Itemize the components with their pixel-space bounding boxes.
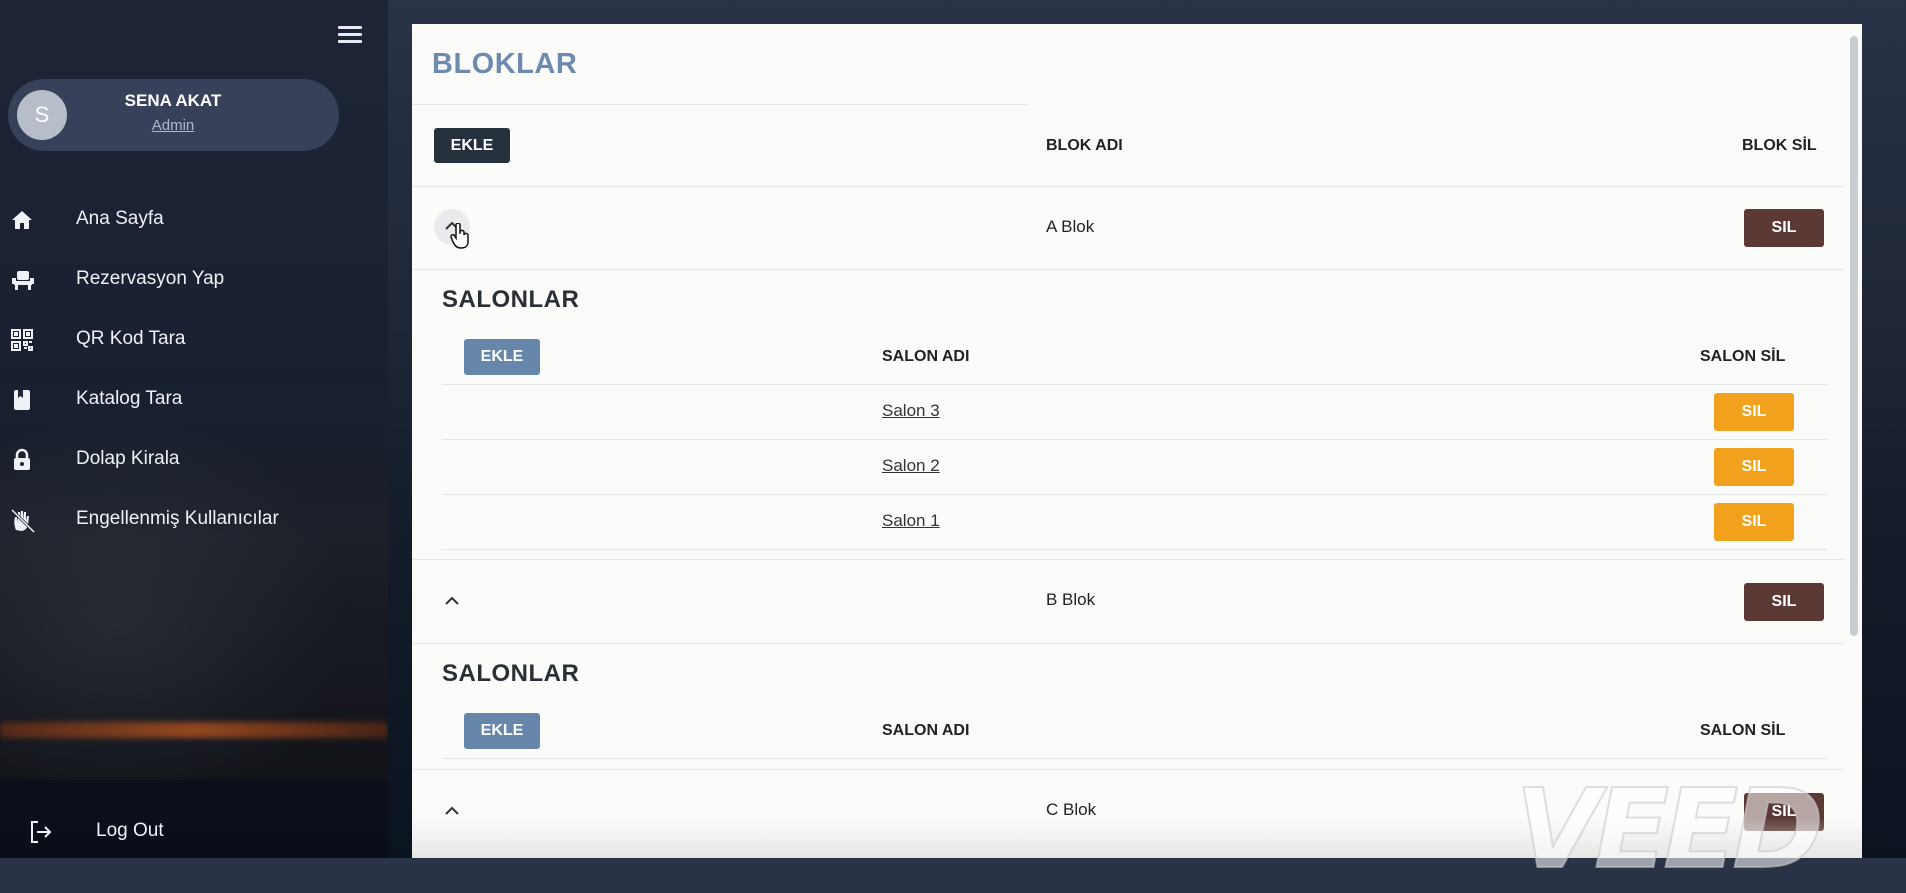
block-name-c: C Blok (1046, 800, 1097, 819)
sidebar-item-label: Dolap Kirala (76, 448, 180, 469)
sidebar-item-dolap-kirala[interactable]: Dolap Kirala (0, 430, 388, 490)
divider (412, 269, 1844, 270)
logout-label: Log Out (96, 820, 164, 841)
book-icon (10, 388, 34, 412)
pointer-hand-icon (450, 222, 470, 254)
seat-icon (10, 268, 34, 292)
salons-section-title: SALONLAR (442, 286, 580, 313)
add-salon-button[interactable]: EKLE (464, 339, 540, 375)
scrollbar[interactable] (1850, 36, 1858, 636)
sidebar-nav: Ana Sayfa Rezervasyon Yap QR Kod Tara Ka… (0, 190, 388, 550)
blocked-hand-icon (10, 508, 36, 534)
divider (412, 559, 1844, 560)
divider (442, 549, 1827, 550)
sidebar-item-label: QR Kod Tara (76, 328, 186, 349)
divider (442, 758, 1827, 759)
sidebar-item-qr-kod-tara[interactable]: QR Kod Tara (0, 310, 388, 370)
expand-toggle-b-blok[interactable] (434, 584, 470, 620)
delete-salon-button[interactable]: SIL (1714, 393, 1794, 431)
sidebar-item-engellenmis-kullanicilar[interactable]: Engellenmiş Kullanıcılar (0, 490, 388, 550)
salon-link[interactable]: Salon 1 (882, 511, 940, 531)
main-panel: BLOKLAR EKLE BLOK ADI BLOK SİL A Blok SI… (412, 24, 1862, 858)
user-profile-card: S SENA AKAT Admin (8, 79, 339, 151)
add-block-button[interactable]: EKLE (434, 128, 510, 163)
sidebar-item-katalog-tara[interactable]: Katalog Tara (0, 370, 388, 430)
delete-block-button[interactable]: SIL (1744, 583, 1824, 621)
watermark-logo: VEED (1514, 765, 1825, 893)
menu-toggle-icon[interactable] (338, 24, 362, 44)
add-salon-button[interactable]: EKLE (464, 713, 540, 749)
user-name: SENA AKAT (124, 91, 222, 110)
sidebar-item-label: Engellenmiş Kullanıcılar (76, 508, 279, 529)
logout-button[interactable]: Log Out (0, 812, 388, 852)
block-name-b: B Blok (1046, 590, 1096, 609)
column-header-salon-name: SALON ADI (882, 722, 970, 739)
sidebar: S SENA AKAT Admin Ana Sayfa Rezervasyon … (0, 0, 388, 858)
block-name-a: A Blok (1046, 217, 1095, 236)
divider (412, 104, 1027, 105)
column-header-salon-delete: SALON SİL (1700, 722, 1786, 739)
qr-code-icon (10, 328, 34, 352)
column-header-block-name: BLOK ADI (1046, 137, 1123, 154)
sidebar-background-glow (0, 722, 388, 738)
sidebar-item-label: Ana Sayfa (76, 208, 164, 229)
salons-section-title: SALONLAR (442, 660, 580, 687)
user-role-link[interactable]: Admin (103, 117, 243, 134)
delete-block-button[interactable]: SIL (1744, 209, 1824, 247)
column-header-block-delete: BLOK SİL (1742, 137, 1817, 154)
divider (412, 186, 1844, 187)
salon-link[interactable]: Salon 3 (882, 401, 940, 421)
column-header-salon-delete: SALON SİL (1700, 348, 1786, 365)
sidebar-item-label: Rezervasyon Yap (76, 268, 225, 289)
divider (442, 494, 1827, 495)
home-icon (10, 208, 34, 232)
lock-icon (10, 448, 34, 472)
divider (442, 384, 1827, 385)
avatar: S (17, 90, 67, 140)
divider (442, 439, 1827, 440)
divider (412, 643, 1844, 644)
delete-salon-button[interactable]: SIL (1714, 448, 1794, 486)
logout-icon (28, 819, 52, 843)
sidebar-item-ana-sayfa[interactable]: Ana Sayfa (0, 190, 388, 250)
salon-link[interactable]: Salon 2 (882, 456, 940, 476)
sidebar-item-rezervasyon-yap[interactable]: Rezervasyon Yap (0, 250, 388, 310)
page-title: BLOKLAR (432, 48, 578, 80)
sidebar-item-label: Katalog Tara (76, 388, 183, 409)
column-header-salon-name: SALON ADI (882, 348, 970, 365)
delete-salon-button[interactable]: SIL (1714, 503, 1794, 541)
